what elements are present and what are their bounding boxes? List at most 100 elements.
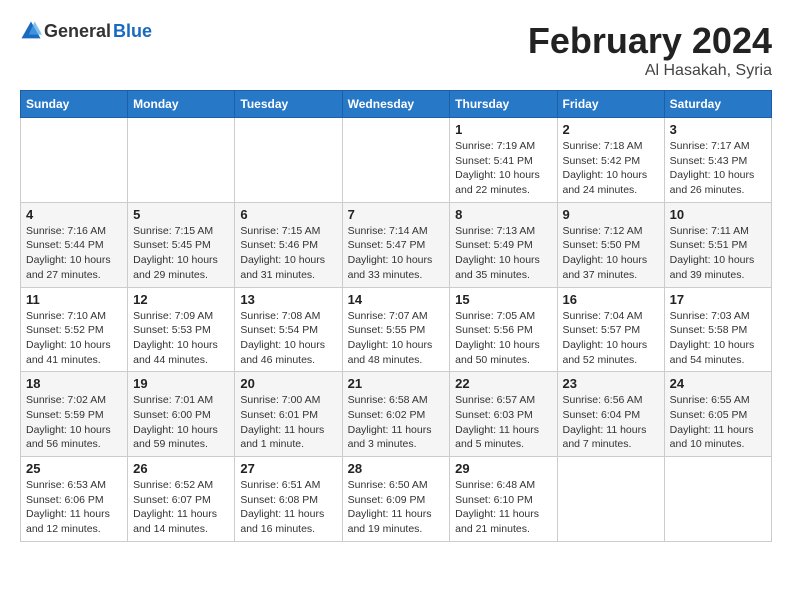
calendar-cell: 18 Sunrise: 7:02 AM Sunset: 5:59 PM Dayli…	[21, 372, 128, 457]
calendar-cell: 13 Sunrise: 7:08 AM Sunset: 5:54 PM Dayli…	[235, 287, 342, 372]
calendar-cell: 25Sunrise: 6:53 AM Sunset: 6:06 PM Dayli…	[21, 457, 128, 542]
day-number: 21	[348, 376, 445, 391]
day-info: Sunrise: 7:19 AM Sunset: 5:41 PM Dayligh…	[455, 139, 551, 198]
day-info: Sunrise: 7:14 AM Sunset: 5:47 PM Dayligh…	[348, 224, 445, 283]
day-number: 18	[26, 376, 122, 391]
day-number: 7	[348, 207, 445, 222]
calendar-cell: 1 Sunrise: 7:19 AM Sunset: 5:41 PM Daylig…	[450, 118, 557, 203]
day-number: 27	[240, 461, 336, 476]
calendar-week-row-3: 11 Sunrise: 7:10 AM Sunset: 5:52 PM Dayli…	[21, 287, 772, 372]
calendar-cell	[664, 457, 771, 542]
day-number: 10	[670, 207, 766, 222]
day-number: 17	[670, 292, 766, 307]
calendar-cell: 8 Sunrise: 7:13 AM Sunset: 5:49 PM Daylig…	[450, 202, 557, 287]
day-info: Sunrise: 7:04 AM Sunset: 5:57 PM Dayligh…	[563, 309, 659, 368]
day-number: 14	[348, 292, 445, 307]
day-number: 29	[455, 461, 551, 476]
title-block: February 2024 Al Hasakah, Syria	[528, 20, 772, 80]
weekday-header-row: SundayMondayTuesdayWednesdayThursdayFrid…	[21, 91, 772, 118]
logo-blue: Blue	[113, 21, 152, 42]
day-info: Sunrise: 6:52 AM Sunset: 6:07 PM Dayligh…	[133, 478, 229, 537]
calendar-cell: 11 Sunrise: 7:10 AM Sunset: 5:52 PM Dayli…	[21, 287, 128, 372]
day-info: Sunrise: 7:16 AM Sunset: 5:44 PM Dayligh…	[26, 224, 122, 283]
logo-icon	[20, 20, 42, 42]
day-number: 8	[455, 207, 551, 222]
calendar-cell	[21, 118, 128, 203]
calendar-cell: 10 Sunrise: 7:11 AM Sunset: 5:51 PM Dayli…	[664, 202, 771, 287]
calendar-cell: 26 Sunrise: 6:52 AM Sunset: 6:07 PM Dayli…	[128, 457, 235, 542]
calendar-cell: 14 Sunrise: 7:07 AM Sunset: 5:55 PM Dayli…	[342, 287, 450, 372]
day-info: Sunrise: 6:51 AM Sunset: 6:08 PM Dayligh…	[240, 478, 336, 537]
calendar-cell: 22 Sunrise: 6:57 AM Sunset: 6:03 PM Dayli…	[450, 372, 557, 457]
day-info: Sunrise: 7:13 AM Sunset: 5:49 PM Dayligh…	[455, 224, 551, 283]
day-number: 28	[348, 461, 445, 476]
weekday-header-thursday: Thursday	[450, 91, 557, 118]
day-info: Sunrise: 7:02 AM Sunset: 5:59 PM Dayligh…	[26, 393, 122, 452]
weekday-header-monday: Monday	[128, 91, 235, 118]
weekday-header-wednesday: Wednesday	[342, 91, 450, 118]
day-info: Sunrise: 7:10 AM Sunset: 5:52 PM Dayligh…	[26, 309, 122, 368]
day-number: 3	[670, 122, 766, 137]
day-info: Sunrise: 7:01 AM Sunset: 6:00 PM Dayligh…	[133, 393, 229, 452]
day-info: Sunrise: 7:09 AM Sunset: 5:53 PM Dayligh…	[133, 309, 229, 368]
day-number: 4	[26, 207, 122, 222]
calendar-cell: 17 Sunrise: 7:03 AM Sunset: 5:58 PM Dayli…	[664, 287, 771, 372]
calendar-week-row-2: 4 Sunrise: 7:16 AM Sunset: 5:44 PM Daylig…	[21, 202, 772, 287]
weekday-header-friday: Friday	[557, 91, 664, 118]
day-number: 11	[26, 292, 122, 307]
logo-general: General	[44, 21, 111, 42]
day-info: Sunrise: 7:17 AM Sunset: 5:43 PM Dayligh…	[670, 139, 766, 198]
day-info: Sunrise: 7:05 AM Sunset: 5:56 PM Dayligh…	[455, 309, 551, 368]
weekday-header-tuesday: Tuesday	[235, 91, 342, 118]
day-number: 23	[563, 376, 659, 391]
calendar-week-row-1: 1 Sunrise: 7:19 AM Sunset: 5:41 PM Daylig…	[21, 118, 772, 203]
day-info: Sunrise: 6:58 AM Sunset: 6:02 PM Dayligh…	[348, 393, 445, 452]
calendar-cell	[557, 457, 664, 542]
day-info: Sunrise: 6:56 AM Sunset: 6:04 PM Dayligh…	[563, 393, 659, 452]
day-number: 13	[240, 292, 336, 307]
day-info: Sunrise: 6:55 AM Sunset: 6:05 PM Dayligh…	[670, 393, 766, 452]
day-number: 22	[455, 376, 551, 391]
calendar-cell: 28 Sunrise: 6:50 AM Sunset: 6:09 PM Dayli…	[342, 457, 450, 542]
day-info: Sunrise: 7:00 AM Sunset: 6:01 PM Dayligh…	[240, 393, 336, 452]
weekday-header-sunday: Sunday	[21, 91, 128, 118]
calendar-cell: 27 Sunrise: 6:51 AM Sunset: 6:08 PM Dayli…	[235, 457, 342, 542]
day-number: 19	[133, 376, 229, 391]
calendar-cell: 23 Sunrise: 6:56 AM Sunset: 6:04 PM Dayli…	[557, 372, 664, 457]
day-info: Sunrise: 6:48 AM Sunset: 6:10 PM Dayligh…	[455, 478, 551, 537]
day-number: 1	[455, 122, 551, 137]
calendar-cell: 29 Sunrise: 6:48 AM Sunset: 6:10 PM Dayli…	[450, 457, 557, 542]
calendar-cell: 3 Sunrise: 7:17 AM Sunset: 5:43 PM Daylig…	[664, 118, 771, 203]
calendar-cell: 7 Sunrise: 7:14 AM Sunset: 5:47 PM Daylig…	[342, 202, 450, 287]
day-info: Sunrise: 7:18 AM Sunset: 5:42 PM Dayligh…	[563, 139, 659, 198]
month-year-title: February 2024	[528, 20, 772, 62]
weekday-header-saturday: Saturday	[664, 91, 771, 118]
day-number: 12	[133, 292, 229, 307]
day-info: Sunrise: 6:50 AM Sunset: 6:09 PM Dayligh…	[348, 478, 445, 537]
day-info: Sunrise: 7:11 AM Sunset: 5:51 PM Dayligh…	[670, 224, 766, 283]
day-info: Sunrise: 7:03 AM Sunset: 5:58 PM Dayligh…	[670, 309, 766, 368]
day-number: 20	[240, 376, 336, 391]
location-subtitle: Al Hasakah, Syria	[528, 62, 772, 80]
day-number: 9	[563, 207, 659, 222]
day-number: 24	[670, 376, 766, 391]
day-info: Sunrise: 7:07 AM Sunset: 5:55 PM Dayligh…	[348, 309, 445, 368]
calendar-cell: 5Sunrise: 7:15 AM Sunset: 5:45 PM Daylig…	[128, 202, 235, 287]
calendar-table: SundayMondayTuesdayWednesdayThursdayFrid…	[20, 90, 772, 542]
calendar-cell: 19 Sunrise: 7:01 AM Sunset: 6:00 PM Dayli…	[128, 372, 235, 457]
day-info: Sunrise: 7:12 AM Sunset: 5:50 PM Dayligh…	[563, 224, 659, 283]
calendar-cell	[235, 118, 342, 203]
calendar-week-row-5: 25Sunrise: 6:53 AM Sunset: 6:06 PM Dayli…	[21, 457, 772, 542]
calendar-week-row-4: 18 Sunrise: 7:02 AM Sunset: 5:59 PM Dayli…	[21, 372, 772, 457]
day-number: 16	[563, 292, 659, 307]
day-number: 26	[133, 461, 229, 476]
calendar-cell: 16 Sunrise: 7:04 AM Sunset: 5:57 PM Dayli…	[557, 287, 664, 372]
calendar-cell: 20 Sunrise: 7:00 AM Sunset: 6:01 PM Dayli…	[235, 372, 342, 457]
day-number: 15	[455, 292, 551, 307]
day-info: Sunrise: 6:57 AM Sunset: 6:03 PM Dayligh…	[455, 393, 551, 452]
day-info: Sunrise: 7:08 AM Sunset: 5:54 PM Dayligh…	[240, 309, 336, 368]
day-number: 5	[133, 207, 229, 222]
logo: GeneralBlue	[20, 20, 152, 42]
calendar-cell: 24 Sunrise: 6:55 AM Sunset: 6:05 PM Dayli…	[664, 372, 771, 457]
day-info: Sunrise: 7:15 AM Sunset: 5:46 PM Dayligh…	[240, 224, 336, 283]
